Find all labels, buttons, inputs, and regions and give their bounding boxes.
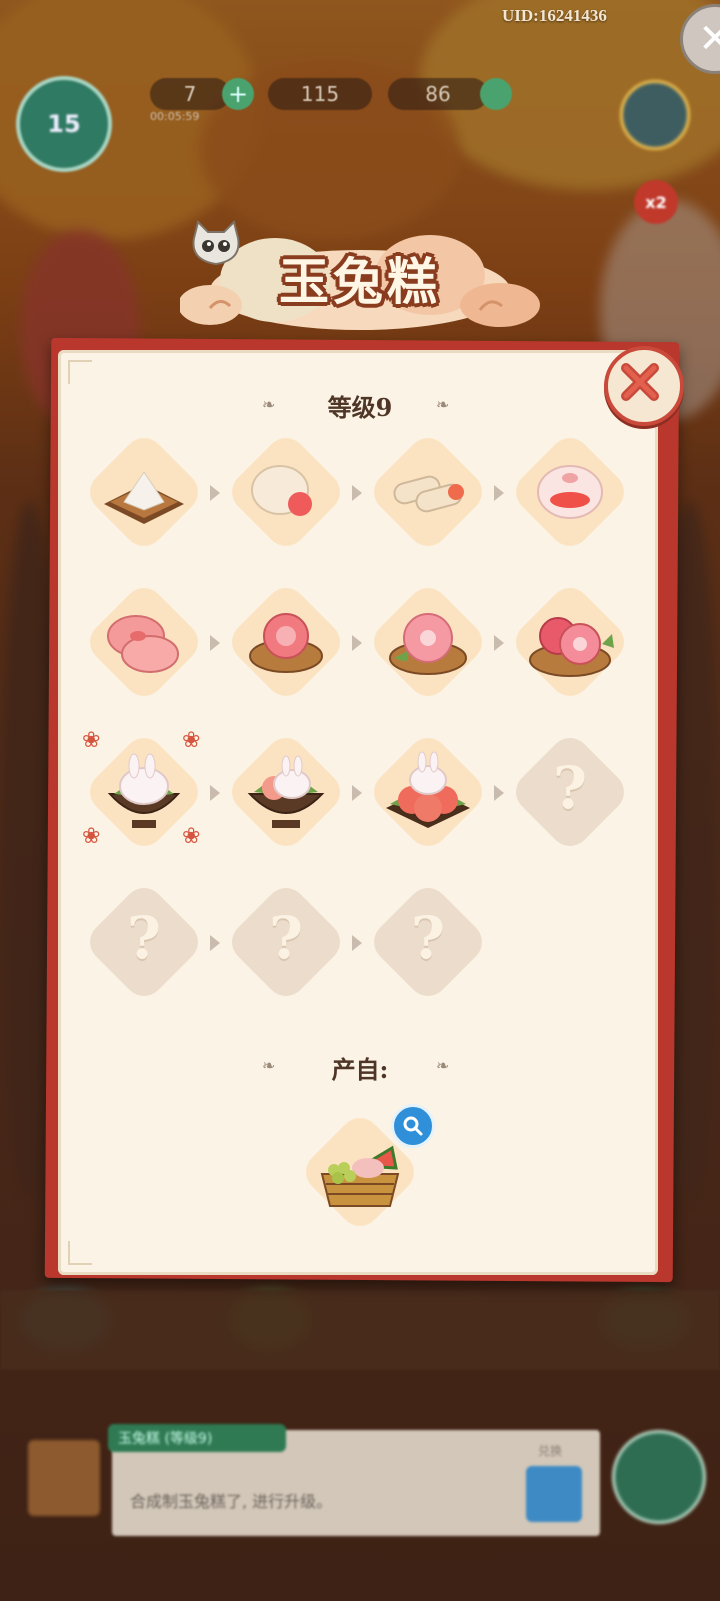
peach-blossom-cake-icon [249, 613, 323, 673]
exchange-label: 兑换 [538, 1444, 563, 1458]
chain-item-unknown[interactable]: ? [222, 878, 350, 1006]
chain-arrow-icon [494, 635, 504, 651]
chain-item-rice-flour-tray[interactable] [80, 428, 208, 556]
chain-arrow-icon [352, 635, 362, 651]
energy-timer: 00:05:59 [150, 110, 200, 123]
chain-item-rabbit-peach-cake-bowl[interactable] [222, 728, 350, 856]
pink-pig-cakes-icon [107, 615, 179, 673]
chain-item-unknown[interactable]: ? [506, 728, 634, 856]
chain-item-peach-blossom-cake[interactable] [222, 578, 350, 706]
player-level-badge[interactable]: 15 [16, 76, 112, 172]
chain-item-unknown[interactable]: ? [80, 878, 208, 1006]
chain-arrow-icon [352, 485, 362, 501]
chain-item-flower-cake-plate[interactable] [364, 578, 492, 706]
unknown-item-icon: ? [269, 904, 303, 972]
ornament-right-icon: ❧ [436, 1056, 450, 1075]
chain-arrow-icon [210, 485, 220, 501]
rabbit-peach-cake-bowl-icon [247, 755, 325, 828]
chain-arrow-icon [210, 785, 220, 801]
hint-message-text: 合成制玉兔糕了, 进行升级。 [130, 1492, 333, 1511]
exchange-button[interactable] [526, 1466, 582, 1522]
unknown-item-icon: ? [553, 754, 587, 822]
chain-item-white-dough-bun[interactable] [222, 428, 350, 556]
selected-corner-icon: ❀ [82, 824, 101, 849]
chain-arrow-icon [352, 935, 362, 951]
chain-item-rabbit-peach-platter[interactable] [364, 728, 492, 856]
flower-cake-plate-icon [389, 613, 467, 675]
white-dough-bun-icon [251, 465, 312, 516]
chain-item-pig-face-mochi[interactable] [506, 428, 634, 556]
gem-counter: 86 [388, 78, 488, 110]
chain-item-pink-pig-cakes[interactable] [80, 578, 208, 706]
unknown-item-icon: ? [411, 904, 445, 972]
unknown-item-icon: ? [127, 904, 161, 972]
pig-face-mochi-icon [537, 465, 603, 519]
selected-corner-icon: ❀ [182, 728, 201, 753]
character-avatar-button[interactable] [612, 1430, 706, 1524]
rabbit-peach-platter-icon [386, 751, 470, 828]
chain-arrow-icon [352, 785, 362, 801]
rice-flour-tray-icon [104, 471, 184, 524]
corner-decoration [68, 1241, 92, 1265]
player-level: 15 [47, 110, 81, 138]
shop-button[interactable] [620, 80, 690, 150]
source-label: 产自: [331, 1055, 389, 1084]
add-gems-button[interactable] [480, 78, 512, 110]
close-icon: ✕ [698, 16, 720, 62]
energy-counter: 7 [150, 78, 230, 110]
popup-title-banner: 玉兔糕 [180, 220, 540, 340]
coin-counter: 115 [268, 78, 372, 110]
chain-item-unknown[interactable]: ? [364, 878, 492, 1006]
item-level-label: 等级9 [327, 393, 393, 422]
hint-message-tag: 玉兔糕 (等级9) [108, 1424, 286, 1452]
chain-item-double-flower-cake[interactable] [506, 578, 634, 706]
ornament-right-icon: ❧ [436, 395, 450, 414]
double-flower-cake-icon [529, 617, 614, 677]
chain-arrow-icon [210, 635, 220, 651]
chain-arrow-icon [494, 785, 504, 801]
chain-item-rice-roll[interactable] [364, 428, 492, 556]
chain-arrow-icon [210, 935, 220, 951]
boost-badge[interactable]: x2 [634, 180, 678, 224]
selected-corner-icon: ❀ [82, 728, 101, 753]
inventory-crate-button[interactable] [28, 1440, 100, 1516]
selected-corner-icon: ❀ [182, 824, 201, 849]
popup-title: 玉兔糕 [279, 252, 441, 311]
add-energy-button[interactable]: + [222, 78, 254, 110]
inspect-source-button[interactable] [391, 1104, 435, 1148]
magnifier-icon [403, 1116, 423, 1136]
rice-roll-icon [393, 475, 464, 513]
corner-decoration [68, 360, 92, 384]
chain-arrow-icon [494, 485, 504, 501]
chain-item-jade-rabbit-cake-bowl[interactable]: ❀ ❀ ❀ ❀ [80, 728, 208, 856]
user-id: UID:16241436 [502, 6, 607, 25]
